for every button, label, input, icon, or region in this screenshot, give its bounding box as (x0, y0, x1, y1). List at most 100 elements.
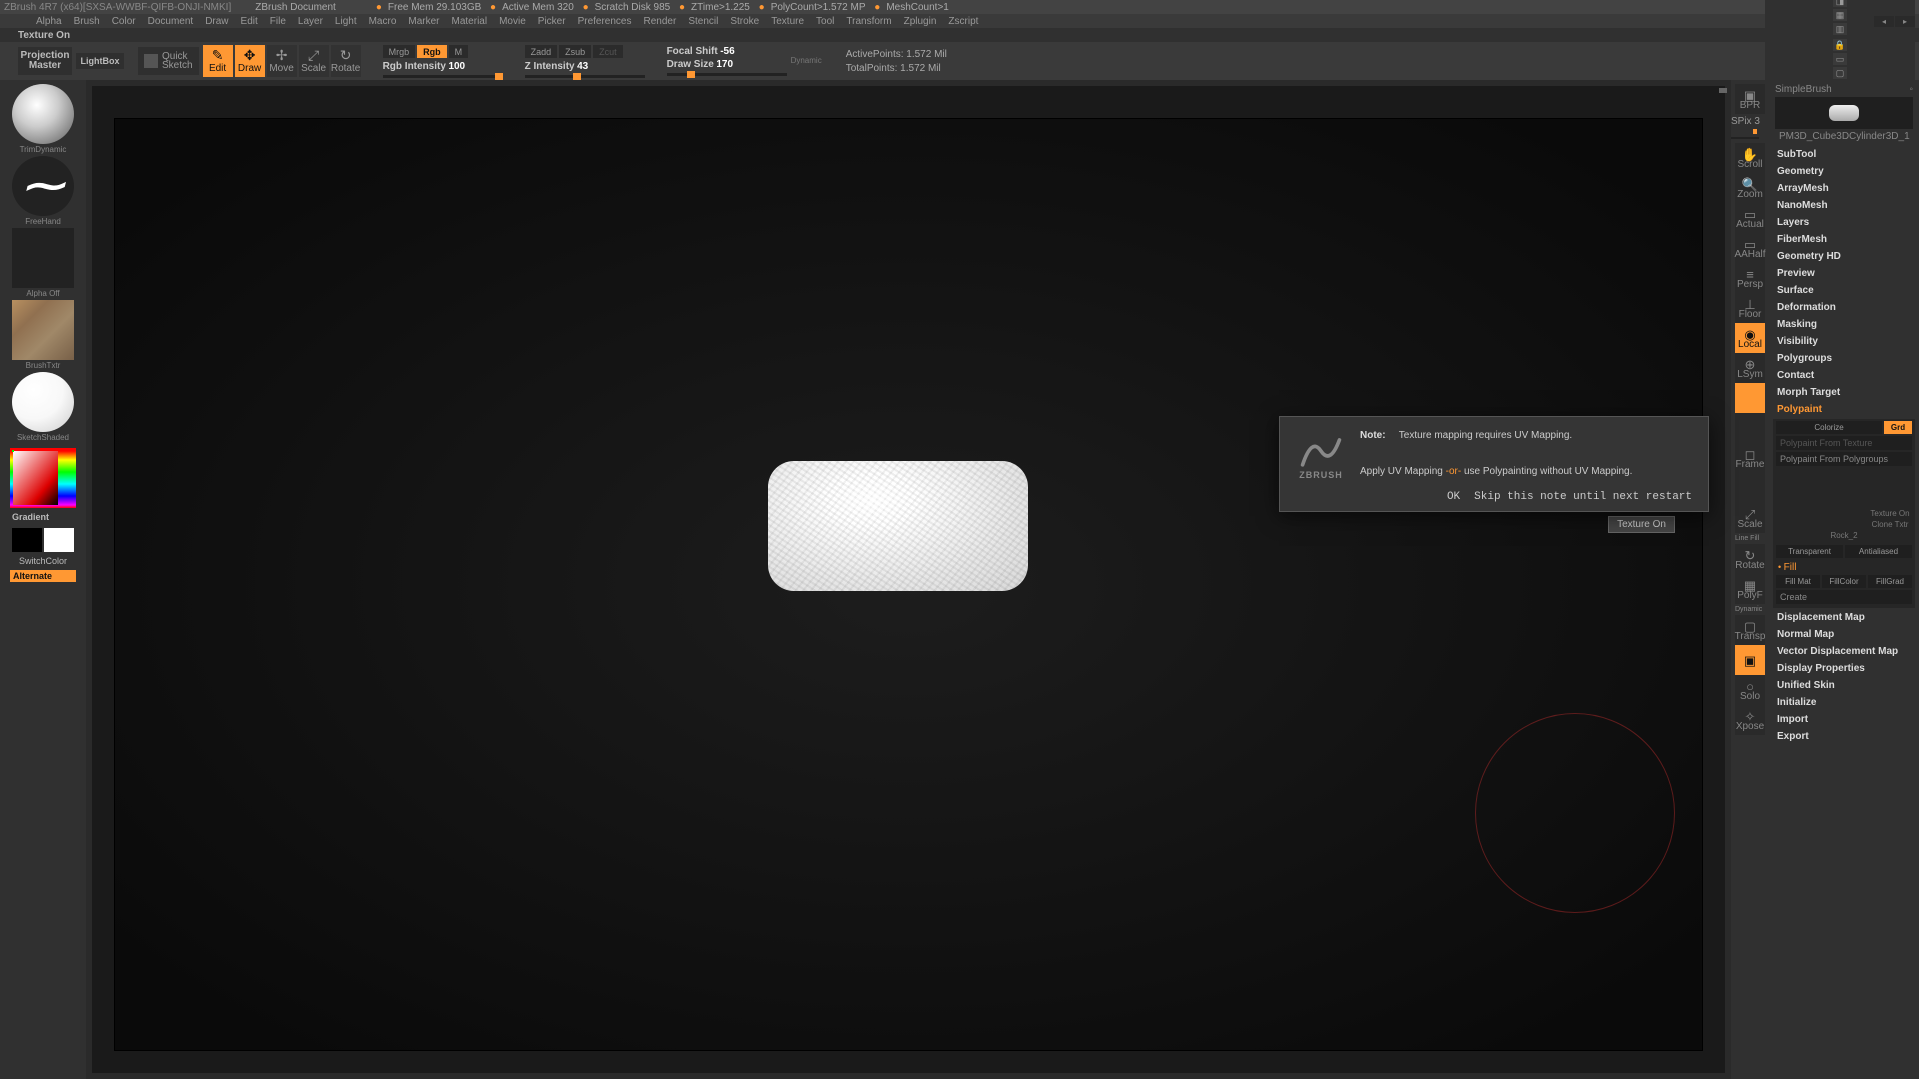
mode-scale[interactable]: ⤢Scale (299, 45, 329, 77)
create-button[interactable]: Create (1776, 590, 1912, 604)
section-masking[interactable]: Masking (1771, 316, 1917, 333)
color-picker[interactable] (10, 448, 76, 508)
shelf-zoom[interactable]: 🔍Zoom (1735, 173, 1765, 203)
antialiased-chip[interactable]: Antialiased (1845, 545, 1912, 558)
menu-brush[interactable]: Brush (68, 16, 106, 27)
z-intensity[interactable]: Z Intensity 43 (525, 61, 645, 72)
material-thumb[interactable]: SketchShaded (10, 372, 76, 442)
section-normal-map[interactable]: Normal Map (1771, 626, 1917, 643)
menu-texture[interactable]: Texture (765, 16, 810, 27)
shelf-aahalf[interactable]: ▭AAHalf (1735, 233, 1765, 263)
m-button[interactable]: M (449, 45, 469, 58)
shelf-local[interactable]: ◉Local (1735, 323, 1765, 353)
spix-slider[interactable]: SPix 3 (1731, 116, 1769, 139)
tool-preview[interactable] (1775, 97, 1913, 129)
shelf-transp[interactable]: ▢Transp (1735, 615, 1765, 645)
menu-macro[interactable]: Macro (363, 16, 403, 27)
menu-transform[interactable]: Transform (840, 16, 897, 27)
swatch-black[interactable] (12, 528, 42, 552)
quick-sketch-button[interactable]: QuickSketch (138, 47, 199, 75)
rgb-intensity[interactable]: Rgb Intensity 100 (383, 61, 503, 72)
mrgb-button[interactable]: Mrgb (383, 45, 416, 58)
polypaint-section[interactable]: Polypaint (1771, 401, 1917, 418)
section-export[interactable]: Export (1771, 728, 1917, 745)
projection-master-button[interactable]: ProjectionMaster (18, 47, 72, 75)
layout4-icon[interactable]: ▥ (1833, 23, 1847, 35)
colorize-chip[interactable]: Colorize (1776, 421, 1882, 434)
menu-render[interactable]: Render (638, 16, 683, 27)
maximize-icon[interactable]: ▢ (1833, 67, 1847, 79)
menu-stencil[interactable]: Stencil (682, 16, 724, 27)
lock-icon[interactable]: 🔒 (1833, 39, 1847, 51)
layout3-icon[interactable]: ▦ (1833, 9, 1847, 21)
section-visibility[interactable]: Visibility (1771, 333, 1917, 350)
minimize-icon[interactable]: ▭ (1833, 53, 1847, 65)
section-geometry-hd[interactable]: Geometry HD (1771, 248, 1917, 265)
shelf-rotate[interactable]: ↻Rotate (1735, 544, 1765, 574)
menu-file[interactable]: File (264, 16, 292, 27)
lightbox-button[interactable]: LightBox (76, 53, 124, 69)
menu-zplugin[interactable]: Zplugin (898, 16, 943, 27)
transparent-chip[interactable]: Transparent (1776, 545, 1843, 558)
shelf-lsym[interactable]: ⊕LSym (1735, 353, 1765, 383)
mode-move[interactable]: ✢Move (267, 45, 297, 77)
section-deformation[interactable]: Deformation (1771, 299, 1917, 316)
layout2-icon[interactable]: ◨ (1833, 0, 1847, 7)
section-display-properties[interactable]: Display Properties (1771, 660, 1917, 677)
menu-movie[interactable]: Movie (493, 16, 532, 27)
section-contact[interactable]: Contact (1771, 367, 1917, 384)
mode-draw[interactable]: ✥Draw (235, 45, 265, 77)
shelf-scroll[interactable]: ✋Scroll (1735, 143, 1765, 173)
shelf-polyf[interactable]: ▦PolyF (1735, 574, 1765, 604)
shelf-scale[interactable]: ⤢Scale (1735, 503, 1765, 533)
stroke-thumb[interactable]: ⁓FreeHand (10, 156, 76, 226)
menu-picker[interactable]: Picker (532, 16, 572, 27)
menu-alpha[interactable]: Alpha (30, 16, 68, 27)
zcut-button[interactable]: Zcut (593, 45, 623, 58)
alpha-thumb[interactable]: Alpha Off (10, 228, 76, 298)
section-subtool[interactable]: SubTool (1771, 146, 1917, 163)
shelf-frame[interactable]: ◻Frame (1735, 443, 1765, 473)
grd-chip[interactable]: Grd (1884, 421, 1912, 434)
menu-layer[interactable]: Layer (292, 16, 329, 27)
menu-stroke[interactable]: Stroke (724, 16, 765, 27)
bpr-button[interactable]: ▣BPR (1735, 84, 1765, 114)
section-preview[interactable]: Preview (1771, 265, 1917, 282)
section-import[interactable]: Import (1771, 711, 1917, 728)
pp-from-texture[interactable]: Polypaint From Texture (1776, 436, 1912, 450)
canvas[interactable] (92, 86, 1725, 1073)
section-initialize[interactable]: Initialize (1771, 694, 1917, 711)
switch-color[interactable]: SwitchColor (19, 556, 67, 566)
mode-edit[interactable]: ✎Edit (203, 45, 233, 77)
shelf-floor[interactable]: ⊥Floor (1735, 293, 1765, 323)
menu-light[interactable]: Light (329, 16, 363, 27)
shelf-btn8[interactable] (1735, 383, 1765, 413)
menu-draw[interactable]: Draw (199, 16, 234, 27)
menu-preferences[interactable]: Preferences (572, 16, 638, 27)
pp-from-polygroups[interactable]: Polypaint From Polygroups (1776, 452, 1912, 466)
shelf-btn11[interactable] (1735, 473, 1765, 503)
menu-edit[interactable]: Edit (235, 16, 264, 27)
section-layers[interactable]: Layers (1771, 214, 1917, 231)
section-nanomesh[interactable]: NanoMesh (1771, 197, 1917, 214)
section-displacement-map[interactable]: Displacement Map (1771, 609, 1917, 626)
fill-mat[interactable]: Fill Mat (1776, 575, 1820, 588)
section-unified-skin[interactable]: Unified Skin (1771, 677, 1917, 694)
shelf-actual[interactable]: ▭Actual (1735, 203, 1765, 233)
fill-color[interactable]: FillColor (1822, 575, 1866, 588)
menu-document[interactable]: Document (142, 16, 200, 27)
texture-thumb[interactable]: BrushTxtr (10, 300, 76, 370)
shelf-btn16[interactable]: ▣ (1735, 645, 1765, 675)
section-surface[interactable]: Surface (1771, 282, 1917, 299)
section-arraymesh[interactable]: ArrayMesh (1771, 180, 1917, 197)
rgb-button[interactable]: Rgb (417, 45, 447, 58)
menu-tool[interactable]: Tool (810, 16, 840, 27)
skip-button[interactable]: Skip this note until next restart (1474, 491, 1692, 503)
gradient-label[interactable]: Gradient (10, 512, 76, 522)
zadd-button[interactable]: Zadd (525, 45, 558, 58)
mode-rotate[interactable]: ↻Rotate (331, 45, 361, 77)
brush-thumb[interactable]: TrimDynamic (10, 84, 76, 154)
dynamic-toggle[interactable]: Dynamic (791, 56, 822, 65)
section-vector-displacement-map[interactable]: Vector Displacement Map (1771, 643, 1917, 660)
shelf-persp[interactable]: ≡Persp (1735, 263, 1765, 293)
